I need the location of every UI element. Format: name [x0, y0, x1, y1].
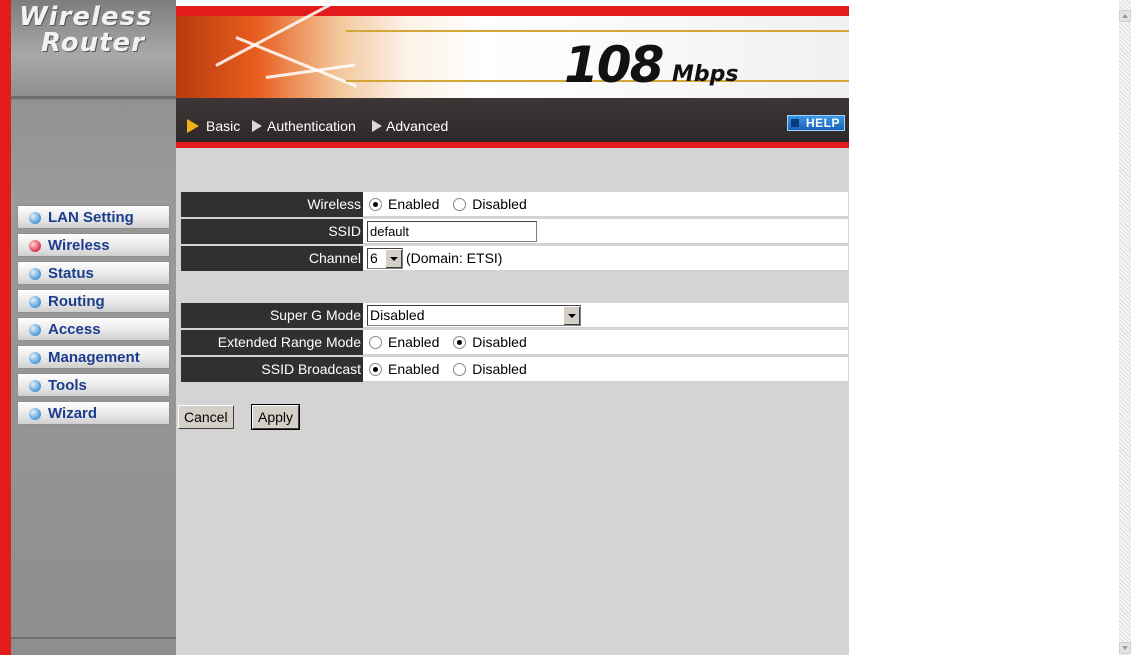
banner-gold-line: [346, 30, 849, 32]
row-channel: Channel 6 (Domain: ETSI): [181, 246, 848, 271]
ssid-broadcast-options: Enabled Disabled: [369, 357, 537, 382]
help-arrow-icon: [791, 119, 799, 127]
bullet-icon-active: [29, 240, 41, 252]
sidebar-bottom-divider: [11, 637, 176, 639]
sidebar-item-access[interactable]: Access: [17, 317, 170, 341]
logo-line-2: Router: [41, 28, 145, 58]
ssid-input[interactable]: default: [367, 221, 537, 242]
play-arrow-icon: [187, 119, 199, 133]
help-label: HELP: [805, 116, 840, 130]
logo: Wireless Router: [11, 0, 176, 100]
sidebar-item-label: LAN Setting: [48, 209, 134, 226]
option-label: Disabled: [472, 334, 527, 350]
sidebar-item-label: Wireless: [48, 237, 110, 254]
extended-range-disabled-radio[interactable]: [453, 336, 467, 349]
ssid-label: SSID: [181, 219, 363, 244]
wireless-label: Wireless: [181, 192, 363, 217]
channel-select[interactable]: 6: [367, 248, 403, 269]
extended-range-options: Enabled Disabled: [369, 330, 537, 355]
page-root: Wireless Router LAN Setting Wireless Sta…: [0, 0, 1131, 655]
sidebar-menu: LAN Setting Wireless Status Routing Acce…: [17, 205, 170, 429]
row-super-g: Super G Mode Disabled: [181, 303, 848, 328]
option-label: Enabled: [388, 334, 440, 350]
header: 108 Mbps Basic Authentication Advanced H…: [176, 0, 849, 148]
wireless-disabled-radio[interactable]: [453, 198, 467, 211]
sidebar-item-label: Routing: [48, 293, 105, 310]
ssid-broadcast-enabled-radio[interactable]: [369, 363, 382, 376]
bullet-icon: [29, 380, 41, 392]
option-label: Disabled: [472, 196, 527, 212]
channel-label: Channel: [181, 246, 363, 271]
logo-divider: [11, 96, 176, 99]
row-ssid: SSID default: [181, 219, 848, 244]
scroll-down-icon[interactable]: [1119, 642, 1131, 654]
option-label: Disabled: [472, 361, 527, 377]
sidebar-item-tools[interactable]: Tools: [17, 373, 170, 397]
banner-streak: [235, 36, 358, 88]
option-label: Enabled: [388, 196, 440, 212]
wireless-options: Enabled Disabled: [369, 192, 537, 217]
ssid-broadcast-label: SSID Broadcast: [181, 357, 363, 382]
sidebar-item-management[interactable]: Management: [17, 345, 170, 369]
dropdown-arrow-icon: [385, 249, 402, 268]
extended-range-label: Extended Range Mode: [181, 330, 363, 355]
channel-domain: (Domain: ETSI): [406, 250, 503, 266]
bullet-icon: [29, 324, 41, 336]
sidebar-item-status[interactable]: Status: [17, 261, 170, 285]
sidebar-item-label: Management: [48, 349, 140, 366]
row-ssid-broadcast: SSID Broadcast Enabled Disabled: [181, 357, 848, 382]
super-g-value: Disabled: [370, 307, 425, 323]
left-red-stripe: [0, 0, 11, 655]
bullet-icon: [29, 352, 41, 364]
bullet-icon: [29, 212, 41, 224]
sidebar: Wireless Router LAN Setting Wireless Sta…: [11, 0, 176, 655]
bullet-icon: [29, 268, 41, 280]
vertical-scrollbar[interactable]: [1119, 0, 1131, 655]
cancel-button[interactable]: Cancel: [178, 405, 234, 429]
sidebar-item-wizard[interactable]: Wizard: [17, 401, 170, 425]
super-g-select[interactable]: Disabled: [367, 305, 581, 326]
top-nav: Basic Authentication Advanced HELP: [176, 98, 849, 142]
nav-advanced[interactable]: Advanced: [386, 118, 448, 134]
scroll-up-icon[interactable]: [1119, 10, 1131, 22]
nav-authentication[interactable]: Authentication: [267, 118, 356, 134]
sidebar-item-label: Tools: [48, 377, 87, 394]
sidebar-item-label: Access: [48, 321, 101, 338]
header-red-bar: [176, 6, 849, 16]
speed-text: 108: [564, 36, 664, 94]
row-wireless: Wireless Enabled Disabled: [181, 192, 848, 217]
sidebar-item-wireless[interactable]: Wireless: [17, 233, 170, 257]
sidebar-item-label: Wizard: [48, 405, 98, 422]
extended-range-enabled-radio[interactable]: [369, 336, 382, 349]
option-label: Enabled: [388, 361, 440, 377]
apply-button[interactable]: Apply: [250, 404, 301, 430]
channel-value: 6: [370, 250, 378, 266]
dropdown-arrow-icon: [563, 306, 580, 325]
sidebar-item-label: Status: [48, 265, 94, 282]
play-arrow-icon: [372, 120, 382, 132]
sidebar-item-lan-setting[interactable]: LAN Setting: [17, 205, 170, 229]
speed-unit-text: Mbps: [672, 62, 739, 87]
bullet-icon: [29, 408, 41, 420]
ssid-broadcast-disabled-radio[interactable]: [453, 363, 467, 376]
sidebar-item-routing[interactable]: Routing: [17, 289, 170, 313]
super-g-label: Super G Mode: [181, 303, 363, 328]
nav-basic[interactable]: Basic: [206, 118, 240, 134]
banner: 108 Mbps: [176, 0, 849, 98]
main-content: Wireless Enabled Disabled SSID default C…: [176, 148, 849, 655]
play-arrow-icon: [252, 120, 262, 132]
row-extended-range: Extended Range Mode Enabled Disabled: [181, 330, 848, 355]
bullet-icon: [29, 296, 41, 308]
wireless-enabled-radio[interactable]: [369, 198, 382, 211]
help-button[interactable]: HELP: [787, 115, 845, 131]
